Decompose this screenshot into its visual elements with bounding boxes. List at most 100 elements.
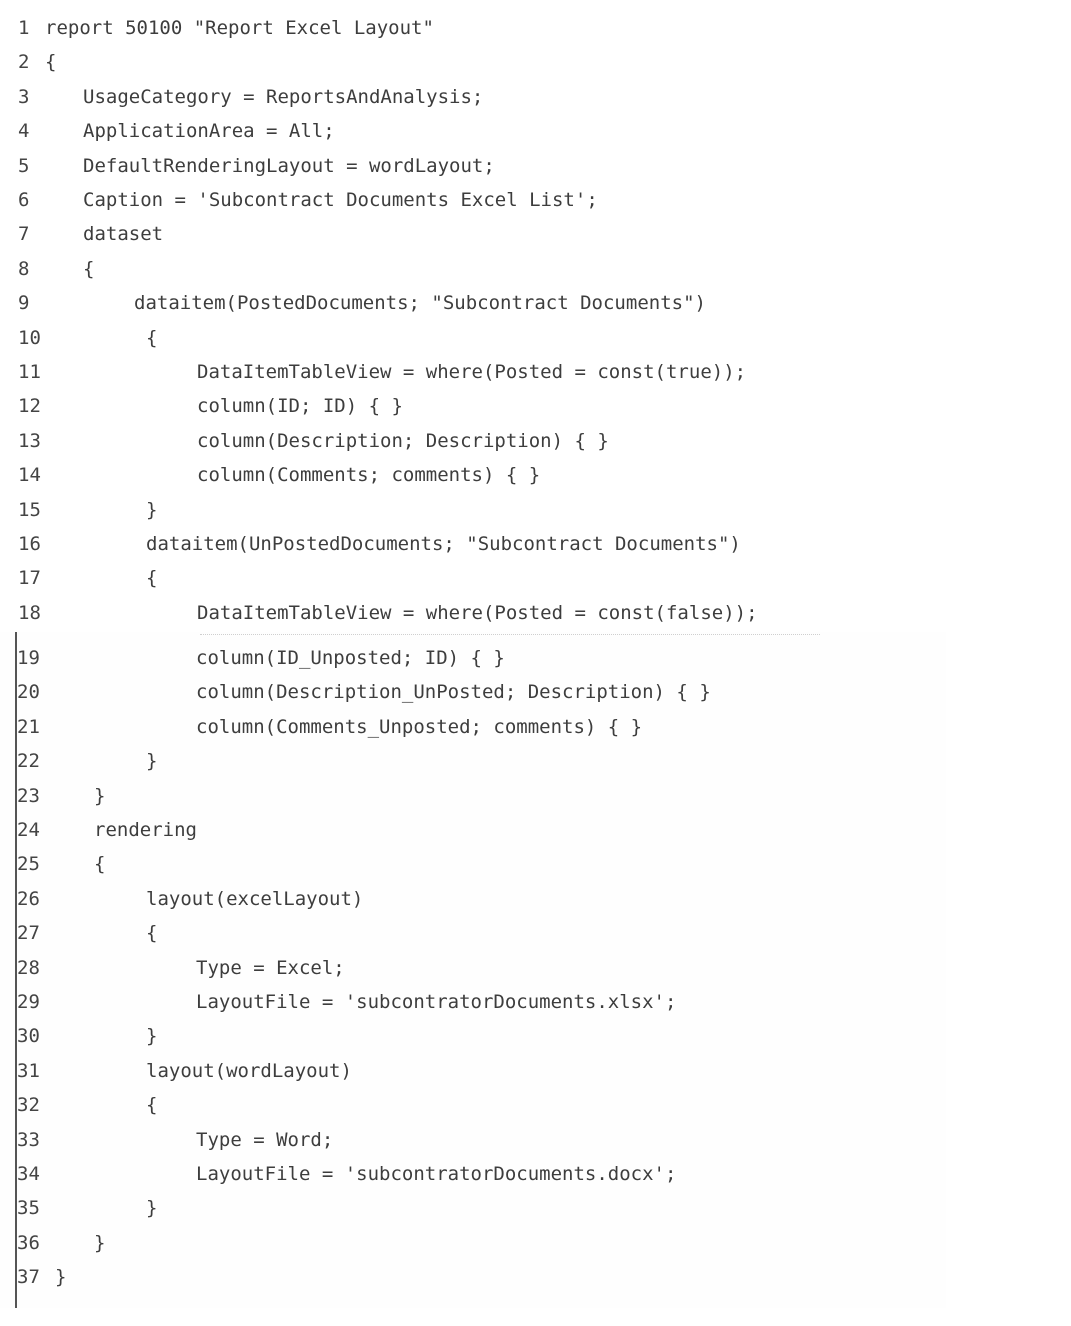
code-line: 16 dataitem(UnPostedDocuments; "Subcontra… [0, 527, 1071, 561]
code-text: LayoutFile = 'subcontratorDocuments.xlsx… [196, 991, 677, 1013]
line-number: 25 [17, 853, 40, 876]
line-number: 24 [17, 819, 40, 841]
code-text: } [146, 750, 158, 773]
line-number: 11 [18, 361, 41, 383]
line-number: 26 [17, 887, 40, 910]
code-text: column(ID_Unposted; ID) { } [196, 647, 505, 669]
code-text: DataItemTableView = where(Posted = const… [197, 601, 758, 624]
line-number: 31 [17, 1059, 40, 1082]
line-number: 36 [17, 1231, 40, 1254]
code-line: 10 { [0, 321, 1071, 355]
code-text: column(Comments; comments) { } [197, 464, 541, 487]
code-text: { [146, 922, 158, 945]
code-line: 11 DataItemTableView = where(Posted = con… [0, 355, 1071, 389]
line-number: 37 [17, 1266, 40, 1289]
code-text: } [146, 1197, 158, 1220]
line-number: 15 [18, 498, 41, 521]
code-text: dataitem(UnPostedDocuments; "Subcontract… [146, 533, 741, 555]
line-number: 2 [18, 51, 30, 74]
code-text: { [146, 567, 158, 590]
code-line: 15} [0, 493, 1071, 527]
code-text: DefaultRenderingLayout = wordLayout; [83, 154, 495, 177]
line-number: 17 [18, 567, 41, 590]
code-line: 37} [0, 1260, 1071, 1294]
code-line: 32 { [0, 1088, 1071, 1122]
code-line: 3 UsageCategory = ReportsAndAnalysis; [0, 80, 1071, 114]
code-text: { [83, 257, 95, 280]
code-line: 31 layout(wordLayout) [0, 1054, 1071, 1088]
line-number: 18 [18, 601, 41, 624]
line-number: 6 [18, 189, 30, 211]
code-line: 17 { [0, 561, 1071, 595]
code-line: 29 LayoutFile = 'subcontratorDocuments.xl… [0, 985, 1071, 1019]
code-text: column(Comments_Unposted; comments) { } [196, 715, 643, 738]
code-line: 6 Caption = 'Subcontract Documents Excel … [0, 183, 1071, 217]
line-number: 28 [17, 956, 40, 979]
code-line: 9 dataitem(PostedDocuments; "Subcontract … [0, 286, 1071, 320]
line-number: 10 [18, 326, 41, 349]
code-line: 34 LayoutFile = 'subcontratorDocuments.do… [0, 1157, 1071, 1191]
code-text: rendering [94, 819, 197, 841]
code-line: 5 DefaultRenderingLayout = wordLayout; [0, 149, 1071, 183]
line-number: 16 [18, 533, 41, 555]
code-text: ApplicationArea = All; [83, 120, 335, 143]
line-number: 3 [18, 85, 30, 108]
code-line: 26 layout(excelLayout) [0, 882, 1071, 916]
code-line: 14 column(Comments; comments) { } [0, 458, 1071, 492]
line-number: 34 [17, 1163, 40, 1185]
line-number: 8 [18, 257, 30, 280]
code-line: 23} [0, 779, 1071, 813]
code-text: layout(excelLayout) [146, 887, 364, 910]
code-text: column(Description; Description) { } [197, 429, 609, 452]
code-line: 18 DataItemTableView = where(Posted = con… [0, 596, 1071, 630]
code-line: 20 column(Description_UnPosted; Descripti… [0, 675, 1071, 709]
code-text: DataItemTableView = where(Posted = const… [197, 361, 747, 383]
code-line: 4 ApplicationArea = All; [0, 114, 1071, 148]
line-number: 20 [17, 681, 40, 704]
code-line: 24 rendering [0, 813, 1071, 847]
line-number: 35 [17, 1197, 40, 1220]
code-text: { [146, 326, 158, 349]
line-number: 13 [18, 429, 41, 452]
code-text: report 50100 "Report Excel Layout" [45, 17, 434, 39]
code-listing: 1 report 50100 "Report Excel Layout" 2 {3 Us… [0, 0, 1071, 1326]
code-text: column(ID; ID) { } [197, 395, 403, 418]
code-text: } [146, 498, 158, 521]
line-number: 22 [17, 750, 40, 773]
code-line: 33 Type = Word; [0, 1123, 1071, 1157]
line-number: 7 [18, 223, 30, 246]
code-text: Type = Word; [196, 1128, 334, 1151]
code-line: 8{ [0, 252, 1071, 286]
code-text: { [45, 51, 57, 74]
line-number: 23 [17, 784, 40, 807]
code-text: Type = Excel; [196, 956, 345, 979]
line-number: 19 [17, 647, 40, 669]
code-text: } [55, 1266, 67, 1289]
code-line: 25 { [0, 847, 1071, 881]
line-number: 12 [18, 395, 41, 418]
code-line: 1 report 50100 "Report Excel Layout" [0, 11, 1071, 45]
code-line: 22} [0, 744, 1071, 778]
code-line: 7 dataset [0, 217, 1071, 251]
code-line: 19 column(ID_Unposted; ID) { } [0, 641, 1071, 675]
line-number: 32 [17, 1094, 40, 1117]
line-number: 33 [17, 1128, 40, 1151]
line-number: 9 [18, 292, 30, 315]
code-line: 12 column(ID; ID) { } [0, 389, 1071, 423]
code-text: column(Description_UnPosted; Description… [196, 681, 711, 704]
code-text: UsageCategory = ReportsAndAnalysis; [83, 85, 484, 108]
line-number: 27 [17, 922, 40, 945]
code-text: layout(wordLayout) [146, 1059, 352, 1082]
code-text: dataitem(PostedDocuments; "Subcontract D… [134, 292, 706, 315]
code-text: Caption = 'Subcontract Documents Excel L… [83, 189, 598, 211]
line-number: 30 [17, 1025, 40, 1048]
code-line: 36} [0, 1226, 1071, 1260]
line-number: 29 [17, 991, 40, 1013]
code-line: 35} [0, 1191, 1071, 1225]
code-text: { [94, 853, 106, 876]
line-number: 5 [18, 154, 30, 177]
code-line: 13 column(Description; Description) { } [0, 424, 1071, 458]
code-text: LayoutFile = 'subcontratorDocuments.docx… [196, 1163, 677, 1185]
code-line: 28 Type = Excel; [0, 951, 1071, 985]
code-line: 30} [0, 1019, 1071, 1053]
